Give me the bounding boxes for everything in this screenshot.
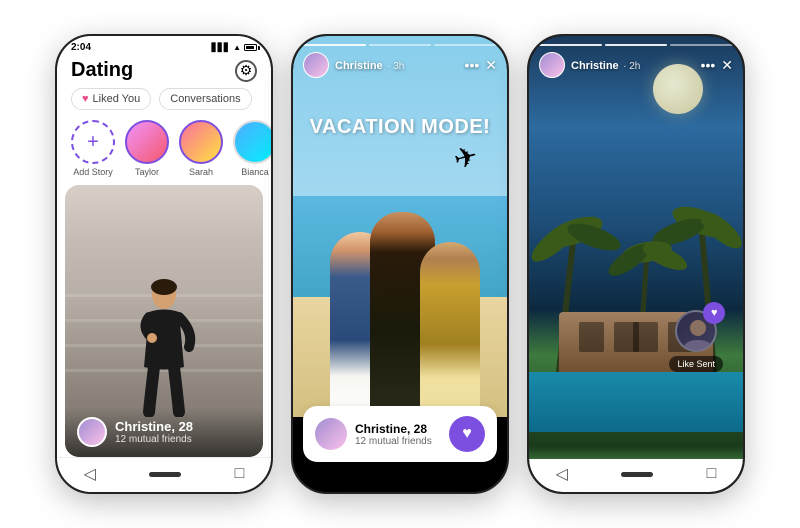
taylor-avatar [125, 120, 169, 164]
story-sarah[interactable]: Sarah [179, 120, 223, 177]
card-mutual-2: 12 mutual friends [355, 436, 432, 447]
like-sent-bubble: ♥ Like Sent [669, 310, 723, 372]
story-bottom-card-2: Christine, 28 12 mutual friends ♥ [303, 406, 497, 462]
home-indicator-3[interactable] [621, 472, 653, 477]
close-story-icon[interactable]: ✕ [485, 57, 497, 74]
story-avatar-2 [303, 52, 329, 78]
story-username-2: Christine [335, 60, 383, 72]
card-left: Christine, 28 12 mutual friends [315, 418, 432, 450]
progress-3-1 [539, 44, 602, 46]
like-sent-avatar-container: ♥ [675, 310, 717, 352]
progress-3-3 [670, 44, 733, 46]
signal-icon: ▋▋▋ [212, 43, 230, 52]
person-3 [420, 242, 480, 412]
story-add[interactable]: + Add Story [71, 120, 115, 177]
square-nav-icon[interactable]: □ [235, 465, 245, 483]
story-user-text-3: Christine · 2h [571, 56, 640, 74]
people-group [310, 192, 490, 412]
like-sent-heart-icon: ♥ [703, 302, 725, 324]
taylor-label: Taylor [135, 167, 159, 177]
story-actions-3: ••• ✕ [701, 57, 733, 74]
heart-button-2[interactable]: ♥ [449, 416, 485, 452]
add-story-button[interactable]: + [71, 120, 115, 164]
phone-3: Christine · 2h ••• ✕ [527, 34, 745, 494]
story-user-info-3: Christine · 2h [539, 52, 640, 78]
story-avatar-3 [539, 52, 565, 78]
profile-text: Christine, 28 12 mutual friends [115, 419, 193, 445]
battery-icon [244, 44, 257, 51]
person-figure [129, 277, 199, 422]
story-top-bar-3: Christine · 2h ••• ✕ [529, 36, 743, 82]
tab-conversations-label: Conversations [170, 93, 240, 105]
phone-3-screen: Christine · 2h ••• ✕ [529, 36, 743, 492]
back-nav-icon[interactable]: ◁ [84, 464, 96, 484]
profile-card[interactable]: Christine, 28 12 mutual friends [65, 185, 263, 457]
like-sent-label: Like Sent [669, 356, 723, 372]
back-icon-3[interactable]: ◁ [556, 464, 568, 484]
more-options-icon-3[interactable]: ••• [701, 57, 716, 73]
story-header-row: Christine · 3h ••• ✕ [303, 52, 497, 78]
card-name-2: Christine, 28 [355, 422, 432, 436]
bianca-label: Bianca [241, 167, 269, 177]
profile-mutual: 12 mutual friends [115, 434, 193, 445]
bottom-nav-3: ◁ □ [529, 459, 743, 492]
story-taylor[interactable]: Taylor [125, 120, 169, 177]
tab-liked-you[interactable]: ♥ Liked You [71, 88, 151, 110]
sarah-label: Sarah [189, 167, 213, 177]
status-bar-1: 2:04 ▋▋▋ ▲ [57, 36, 271, 55]
story-actions-2: ••• ✕ [465, 57, 497, 74]
phone-1: 2:04 ▋▋▋ ▲ Dating ⚙ ♥ Liked You [55, 34, 273, 494]
story-screen-2: VACATION MODE! ✈ Christine [293, 36, 507, 492]
tab-liked-label: Liked You [93, 93, 141, 105]
people-silhouette [310, 192, 490, 412]
progress-3-2 [605, 44, 668, 46]
home-indicator[interactable] [149, 472, 181, 477]
progress-1 [303, 44, 366, 46]
phone-2-screen: VACATION MODE! ✈ Christine [293, 36, 507, 492]
story-bianca[interactable]: Bianca [233, 120, 271, 177]
story-screen-3: Christine · 2h ••• ✕ [529, 36, 743, 492]
profile-mini-avatar [77, 417, 107, 447]
wifi-icon: ▲ [233, 43, 241, 52]
vacation-text: VACATION MODE! [293, 116, 507, 139]
progress-bars [303, 44, 497, 46]
tab-conversations[interactable]: Conversations [159, 88, 251, 110]
bottom-nav-bar: ◁ □ [57, 457, 271, 492]
sarah-avatar [179, 120, 223, 164]
card-avatar-2 [315, 418, 347, 450]
progress-3 [434, 44, 497, 46]
bianca-avatar [233, 120, 271, 164]
progress-bars-3 [539, 44, 733, 46]
story-top-bar-2: Christine · 3h ••• ✕ [293, 36, 507, 82]
phone-2: VACATION MODE! ✈ Christine [291, 34, 509, 494]
add-story-label: Add Story [73, 167, 113, 177]
close-story-icon-3[interactable]: ✕ [721, 57, 733, 74]
dating-header: Dating ⚙ [57, 55, 271, 88]
pool-area [529, 372, 743, 432]
square-icon-3[interactable]: □ [707, 465, 717, 483]
dating-tabs: ♥ Liked You Conversations [57, 88, 271, 116]
app-title: Dating [71, 59, 133, 82]
stories-row: + Add Story Taylor Sarah Bianca Sp [57, 116, 271, 185]
story-time-ago-3: 2h [629, 61, 640, 72]
story-user-info: Christine · 3h [303, 52, 404, 78]
more-options-icon[interactable]: ••• [465, 57, 480, 73]
phone-1-screen: 2:04 ▋▋▋ ▲ Dating ⚙ ♥ Liked You [57, 36, 271, 492]
card-text: Christine, 28 12 mutual friends [355, 422, 432, 447]
status-time: 2:04 [71, 42, 91, 53]
heart-icon: ♥ [82, 93, 89, 105]
phones-container: 2:04 ▋▋▋ ▲ Dating ⚙ ♥ Liked You [35, 14, 765, 514]
progress-2 [369, 44, 432, 46]
story-username-3: Christine [571, 60, 619, 72]
story-user-text: Christine · 3h [335, 56, 404, 74]
settings-icon[interactable]: ⚙ [235, 60, 257, 82]
story-header-row-3: Christine · 2h ••• ✕ [539, 52, 733, 78]
status-icons: ▋▋▋ ▲ [212, 43, 257, 52]
story-time-ago-2: 3h [393, 61, 404, 72]
